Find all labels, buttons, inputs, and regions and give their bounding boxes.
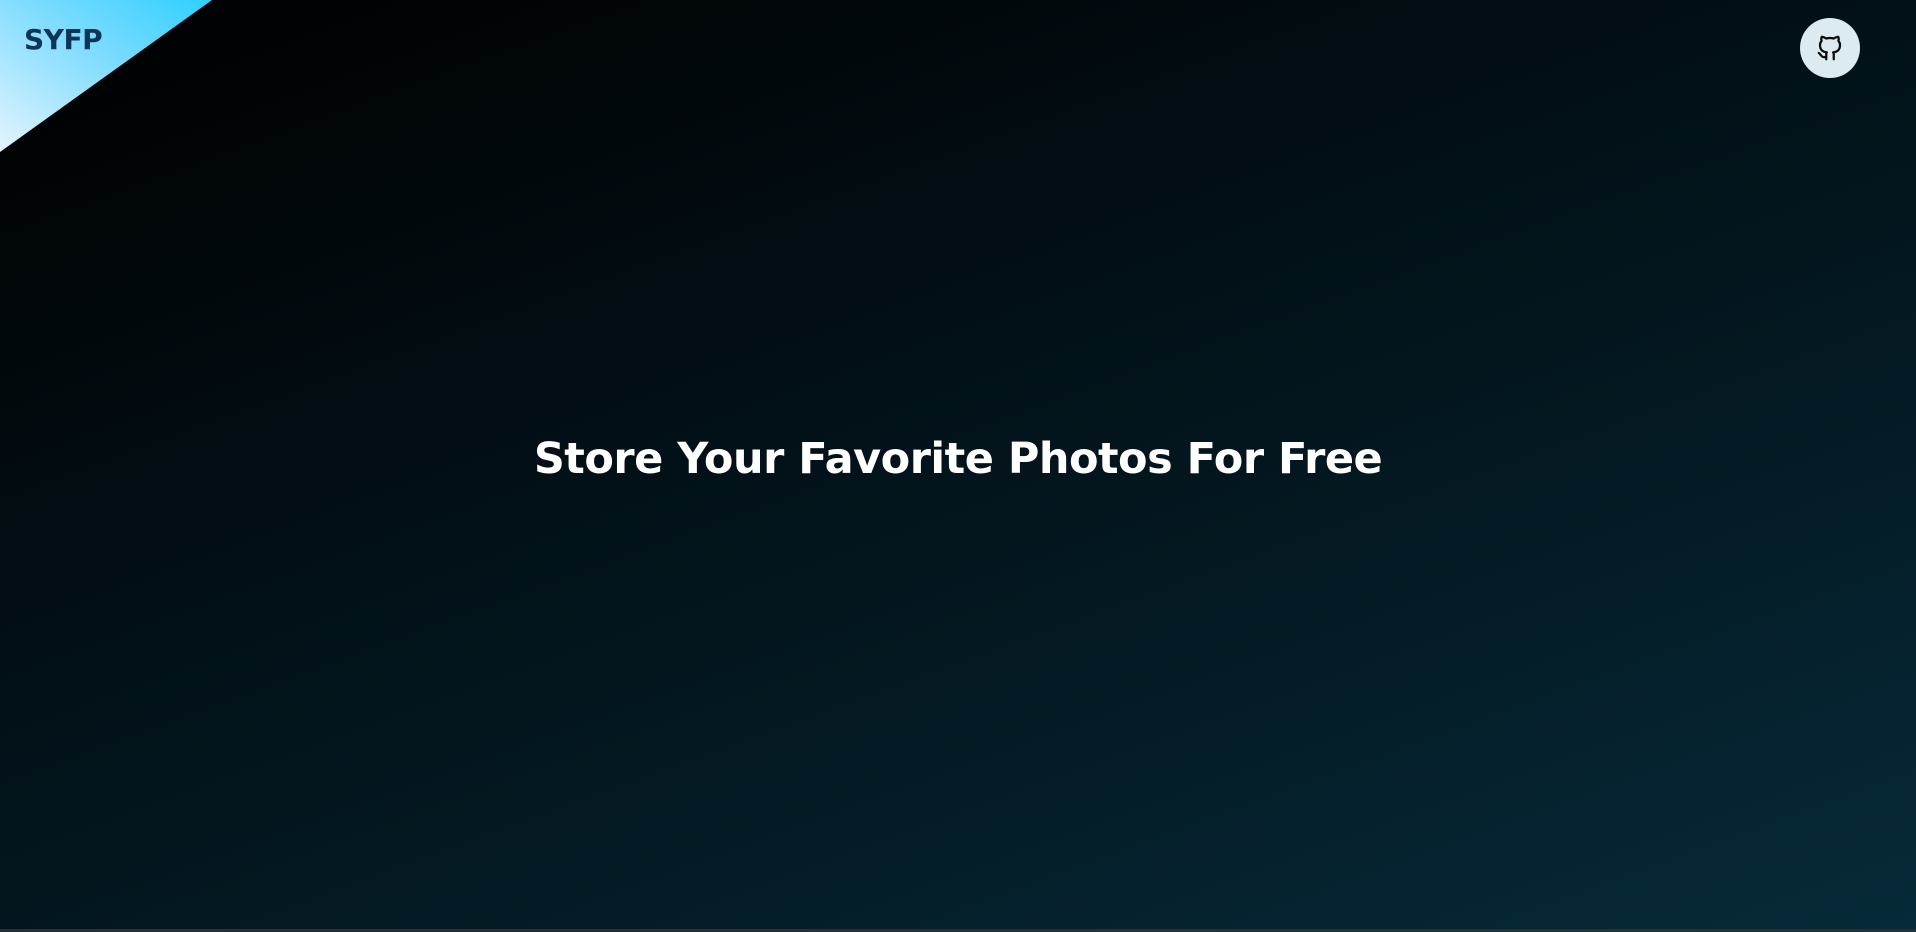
logo-link[interactable]: SYFP xyxy=(24,26,103,54)
landing-page: SYFP Store Your Favorite Photos For Free xyxy=(0,0,1916,932)
hero-title: Store Your Favorite Photos For Free xyxy=(533,434,1383,484)
github-icon xyxy=(1817,35,1842,61)
github-link-button[interactable] xyxy=(1800,18,1860,78)
